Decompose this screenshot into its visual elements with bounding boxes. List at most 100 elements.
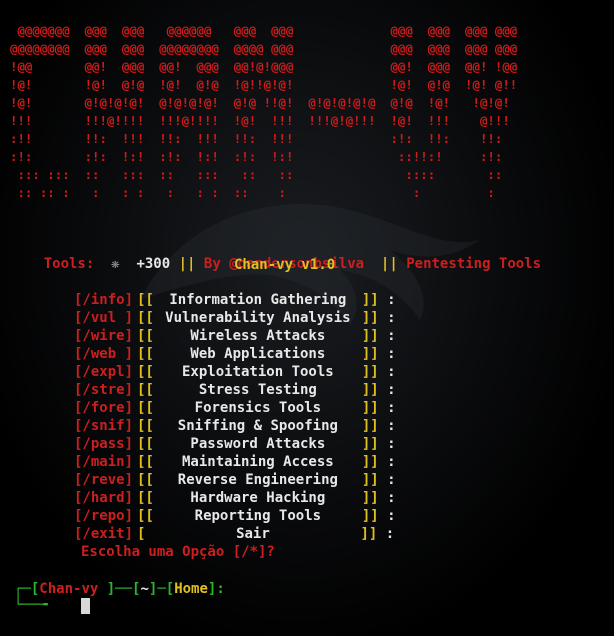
close-bracket: ]] — [361, 400, 379, 416]
close-bracket: ]] — [361, 328, 379, 344]
open-bracket: [[ — [137, 436, 154, 452]
separator: || — [380, 256, 398, 272]
close-bracket: ]] — [361, 382, 379, 398]
menu-item[interactable]: [/reve][[ Reverse Engineering]] : — [74, 471, 396, 489]
menu-item[interactable]: [/repo][[ Reporting Tools]] : — [74, 507, 396, 525]
menu-colon: : — [387, 436, 396, 452]
suite-name: Pentesting Tools — [406, 256, 542, 272]
menu-command: [/exit] — [74, 526, 134, 542]
menu-item[interactable]: [/exit][ Sair]] : — [74, 525, 394, 543]
close-bracket: ]] — [361, 310, 379, 326]
menu-label: Reporting Tools — [194, 508, 322, 524]
open-bracket: [ — [137, 526, 146, 542]
separator: || — [178, 256, 196, 272]
menu-item[interactable]: [/hard][[ Hardware Hacking]] : — [74, 489, 396, 507]
close-bracket: ]] — [361, 292, 379, 308]
tools-count: +300 — [136, 256, 171, 272]
shell-prompt: ┌─[Chan-vy ]──[~]─[Home]: — [14, 580, 225, 598]
menu-colon: : — [387, 400, 396, 416]
menu-command: [/main] — [74, 454, 134, 470]
open-bracket: [[ — [137, 382, 154, 398]
prompt-arrow: └──╼ — [14, 597, 48, 613]
close-bracket: ]] — [361, 508, 379, 524]
open-bracket: [[ — [137, 328, 154, 344]
menu-command: [/web ] — [74, 346, 134, 362]
menu-label: Wireless Attacks — [190, 328, 326, 344]
menu-colon: : — [387, 364, 396, 380]
prompt-frame: ]──[ — [98, 581, 141, 597]
menu-colon: : — [387, 346, 396, 362]
menu-item[interactable]: [/pass][[Password Attacks]] : — [74, 435, 396, 453]
menu-colon: : — [387, 292, 396, 308]
menu-label: Forensics Tools — [194, 400, 322, 416]
open-bracket: [[ — [137, 292, 154, 308]
menu-command: [/expl] — [74, 364, 134, 380]
terminal-window: @@@@@@@ @@@ @@@ @@@@@@ @@@ @@@ @@@ @@@ @… — [0, 0, 614, 636]
close-bracket: ]] — [361, 490, 379, 506]
menu-colon: : — [387, 310, 396, 326]
open-bracket: [[ — [137, 472, 154, 488]
open-bracket: [[ — [137, 508, 154, 524]
open-bracket: [[ — [137, 364, 154, 380]
menu-command: [/pass] — [74, 436, 134, 452]
prompt-path: ~ — [140, 581, 149, 597]
star-icon: ❋ — [111, 256, 120, 272]
close-bracket: ]] — [361, 364, 379, 380]
menu-command: [/reve] — [74, 472, 134, 488]
menu-colon: : — [387, 508, 396, 524]
menu-label: Information Gathering — [169, 292, 347, 308]
menu-command: [/info] — [74, 292, 134, 308]
open-bracket: [[ — [137, 418, 154, 434]
menu-label: Exploitation Tools — [182, 364, 334, 380]
input-cursor[interactable] — [81, 598, 90, 614]
close-bracket: ]] — [360, 526, 378, 542]
menu-item[interactable]: [/expl][[ Exploitation Tools]] : — [74, 363, 396, 381]
chan-vy-ascii-banner: @@@@@@@ @@@ @@@ @@@@@@ @@@ @@@ @@@ @@@ @… — [10, 23, 518, 200]
menu-colon: : — [387, 454, 396, 470]
close-bracket: ]] — [361, 346, 379, 362]
close-bracket: ]] — [361, 454, 379, 470]
menu-command: [/stre] — [74, 382, 134, 398]
prompt-frame: ]: — [207, 581, 225, 597]
prompt-user: Chan-vy — [39, 581, 99, 597]
menu-item[interactable]: [/web ][[Web Applications]] : — [74, 345, 396, 363]
menu-command: [/hard] — [74, 490, 134, 506]
menu-colon: : — [387, 418, 396, 434]
prompt-frame: ]─[ — [148, 581, 175, 597]
open-bracket: [[ — [137, 310, 154, 326]
menu-label: Stress Testing — [198, 382, 317, 398]
menu-command: [/snif] — [74, 418, 134, 434]
menu-label: Maintaining Access — [182, 454, 334, 470]
menu-label: Hardware Hacking — [190, 490, 326, 506]
menu-colon: : — [387, 382, 396, 398]
menu-label: Password Attacks — [190, 436, 326, 452]
menu-item[interactable]: [/fore][[ Forensics Tools]] : — [74, 399, 396, 417]
app-title: Chan-vy v1.0 — [234, 257, 336, 273]
menu-command: [/wire] — [74, 328, 134, 344]
menu-command: [/fore] — [74, 400, 134, 416]
close-bracket: ]] — [361, 418, 379, 434]
menu-label: Sair — [236, 526, 270, 542]
menu-item[interactable]: [/main][[ Maintaining Access]] : — [74, 453, 396, 471]
menu-label: Reverse Engineering — [177, 472, 338, 488]
menu-label: Sniffing & Spoofing — [177, 418, 338, 434]
menu-colon: : — [387, 490, 396, 506]
menu-item[interactable]: [/stre][[ Stress Testing]] : — [74, 381, 396, 399]
open-bracket: [[ — [137, 490, 154, 506]
menu-colon: : — [387, 472, 396, 488]
choose-option-prompt: Escolha uma Opção [/*]? — [81, 543, 275, 561]
menu-colon: : — [387, 328, 396, 344]
menu-item[interactable]: [/snif][[ Sniffing & Spoofing]] : — [74, 417, 396, 435]
menu-command: [/repo] — [74, 508, 134, 524]
choose-option-text: Escolha uma Opção [/*]? — [81, 544, 275, 560]
menu-item[interactable]: [/vul ][[Vulnerability Analysis]] : — [74, 309, 396, 327]
menu-colon: : — [385, 526, 395, 542]
open-bracket: [[ — [137, 454, 154, 470]
prompt-frame: ┌─[ — [14, 581, 40, 597]
menu-item[interactable]: [/info][[ Information Gathering]] : — [74, 291, 396, 309]
tools-label: Tools: — [43, 256, 95, 272]
open-bracket: [[ — [137, 400, 154, 416]
menu-item[interactable]: [/wire][[ Wireless Attacks]] : — [74, 327, 396, 345]
menu-command: [/vul ] — [74, 310, 134, 326]
close-bracket: ]] — [361, 472, 379, 488]
